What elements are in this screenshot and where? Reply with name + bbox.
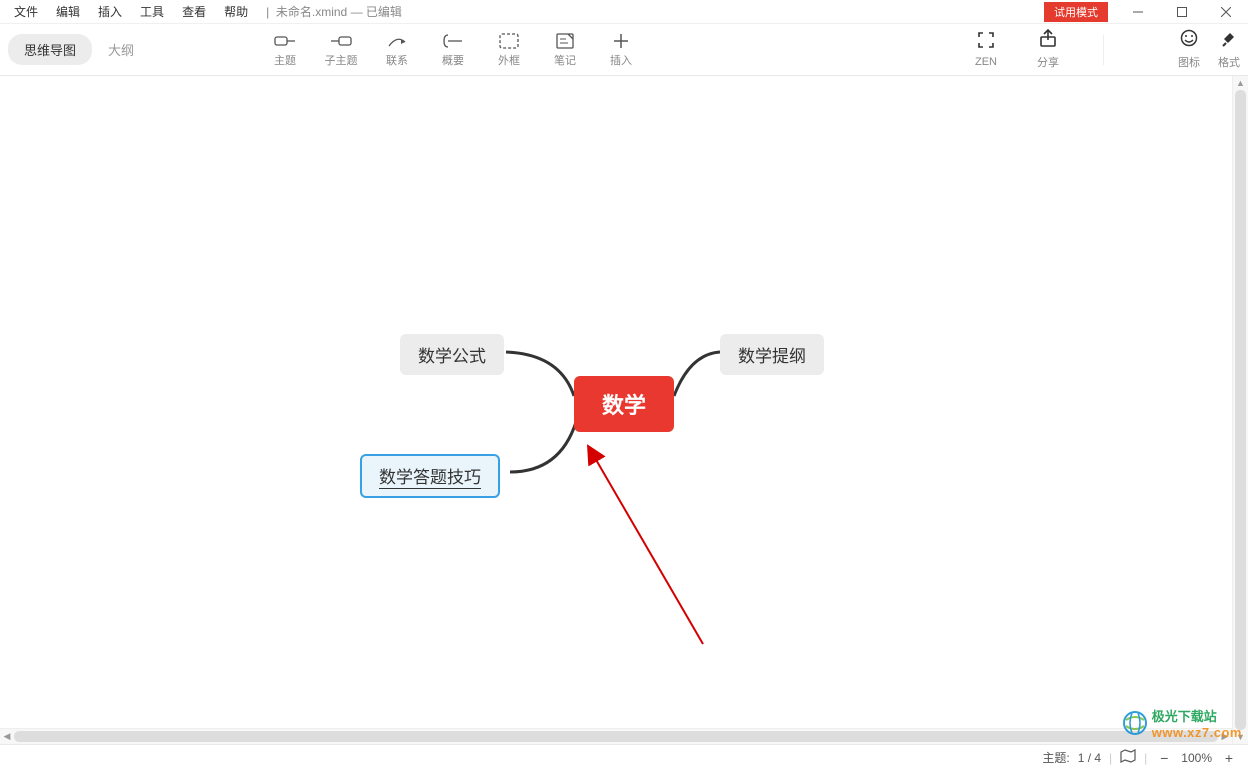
toolbar-tools: 主题 子主题 联系 概要 外框 笔记 插入	[260, 32, 646, 68]
watermark: 极光下载站 www.xz7.com	[1122, 706, 1242, 740]
menu-file[interactable]: 文件	[6, 1, 46, 22]
share-icon	[1039, 29, 1057, 52]
tab-mindmap[interactable]: 思维导图	[8, 34, 92, 65]
zen-icon	[977, 31, 995, 54]
tool-relation[interactable]: 联系	[372, 32, 422, 68]
tool-icons[interactable]: 图标	[1178, 29, 1200, 70]
boundary-icon	[498, 32, 520, 50]
tool-notes-label: 笔记	[554, 52, 576, 68]
scroll-up-arrow[interactable]: ▲	[1233, 76, 1248, 90]
horizontal-scroll-thumb[interactable]	[14, 731, 1218, 742]
maximize-icon	[1177, 7, 1187, 17]
format-brush-icon	[1220, 29, 1238, 52]
toolbar-divider	[1103, 35, 1104, 65]
vertical-scroll-thumb[interactable]	[1235, 90, 1246, 730]
tool-icons-label: 图标	[1178, 54, 1200, 70]
tool-insert-label: 插入	[610, 52, 632, 68]
doc-status: — 已编辑	[351, 5, 402, 19]
status-divider: |	[1109, 751, 1112, 765]
title-bar-right: 试用模式	[1044, 0, 1248, 23]
main-menu: 文件 编辑 插入 工具 查看 帮助	[0, 1, 256, 22]
watermark-url: www.xz7.com	[1152, 725, 1242, 740]
menu-tools[interactable]: 工具	[132, 1, 172, 22]
map-overview-icon[interactable]	[1120, 749, 1136, 766]
node-tips-text: 数学答题技巧	[379, 463, 481, 489]
annotation-arrow	[583, 444, 723, 654]
menu-insert[interactable]: 插入	[90, 1, 130, 22]
status-divider2: |	[1144, 751, 1147, 765]
document-title: | 未命名.xmind — 已编辑	[266, 3, 402, 20]
tool-boundary-label: 外框	[498, 52, 520, 68]
tool-format[interactable]: 格式	[1218, 29, 1240, 70]
tool-share-label: 分享	[1037, 54, 1059, 70]
horizontal-scrollbar[interactable]: ◀ ▶	[0, 728, 1232, 744]
node-formula[interactable]: 数学公式	[400, 334, 504, 375]
menu-edit[interactable]: 编辑	[48, 1, 88, 22]
tool-subtopic[interactable]: 子主题	[316, 32, 366, 68]
tool-format-label: 格式	[1218, 54, 1240, 70]
title-bar: 文件 编辑 插入 工具 查看 帮助 | 未命名.xmind — 已编辑 试用模式	[0, 0, 1248, 24]
tool-topic-label: 主题	[274, 52, 296, 68]
tool-zen[interactable]: ZEN	[975, 31, 997, 68]
menu-view[interactable]: 查看	[174, 1, 214, 22]
window-close-button[interactable]	[1204, 0, 1248, 24]
mindmap-canvas[interactable]: 数学公式 数学提纲 数学 数学答题技巧	[0, 76, 1248, 744]
window-minimize-button[interactable]	[1116, 0, 1160, 24]
watermark-globe-icon	[1122, 710, 1148, 736]
node-central[interactable]: 数学	[574, 376, 674, 432]
notes-icon	[554, 32, 576, 50]
watermark-name: 极光下载站	[1152, 706, 1242, 725]
doc-divider: |	[266, 5, 272, 19]
node-syllabus[interactable]: 数学提纲	[720, 334, 824, 375]
subtopic-icon	[330, 32, 352, 50]
tool-topic[interactable]: 主题	[260, 32, 310, 68]
tool-notes[interactable]: 笔记	[540, 32, 590, 68]
tab-outline[interactable]: 大纲	[92, 34, 150, 65]
menu-help[interactable]: 帮助	[216, 1, 256, 22]
tool-zen-label: ZEN	[975, 56, 997, 68]
toolbar-right: ZEN 分享 图标 格式	[975, 29, 1240, 70]
zoom-out-button[interactable]: −	[1155, 749, 1173, 767]
trial-mode-badge[interactable]: 试用模式	[1044, 2, 1108, 22]
topic-icon	[274, 32, 296, 50]
node-tips-selected[interactable]: 数学答题技巧	[360, 454, 500, 498]
status-topic-count: 1 / 4	[1078, 751, 1101, 765]
scroll-left-arrow[interactable]: ◀	[0, 729, 14, 744]
zoom-in-button[interactable]: +	[1220, 749, 1238, 767]
status-topic-label: 主题:	[1042, 749, 1069, 766]
relation-icon	[386, 32, 408, 50]
view-tabs: 思维导图 大纲	[8, 34, 150, 65]
tool-share[interactable]: 分享	[1037, 29, 1059, 70]
vertical-scrollbar[interactable]: ▲ ▼	[1232, 76, 1248, 744]
smiley-icon	[1180, 29, 1198, 52]
tool-summary[interactable]: 概要	[428, 32, 478, 68]
tool-summary-label: 概要	[442, 52, 464, 68]
minimize-icon	[1133, 7, 1143, 17]
toolbar: 思维导图 大纲 主题 子主题 联系 概要 外框 笔记 插入	[0, 24, 1248, 76]
tool-insert[interactable]: 插入	[596, 32, 646, 68]
window-maximize-button[interactable]	[1160, 0, 1204, 24]
insert-icon	[610, 32, 632, 50]
status-bar: 主题: 1 / 4 | | − 100% +	[0, 744, 1248, 770]
tool-relation-label: 联系	[386, 52, 408, 68]
summary-icon	[442, 32, 464, 50]
tool-subtopic-label: 子主题	[325, 52, 358, 68]
zoom-level[interactable]: 100%	[1181, 751, 1212, 765]
doc-filename: 未命名.xmind	[276, 5, 347, 19]
close-icon	[1221, 7, 1231, 17]
tool-boundary[interactable]: 外框	[484, 32, 534, 68]
